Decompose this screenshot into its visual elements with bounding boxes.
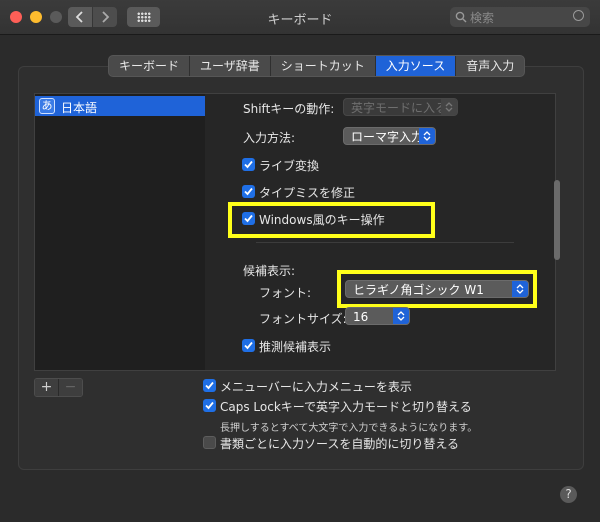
remove-source-button[interactable]: − — [58, 379, 82, 396]
tab-dictation[interactable]: 音声入力 — [456, 56, 524, 76]
help-button[interactable]: ? — [560, 486, 577, 503]
list-item-japanese[interactable]: あ 日本語 — [35, 96, 205, 116]
predictive-checkbox[interactable] — [242, 339, 255, 352]
live-conversion-checkbox[interactable] — [242, 158, 255, 171]
section-divider — [256, 242, 514, 243]
candidates-label: 候補表示: — [243, 264, 296, 278]
input-method-label: 入力方法: — [243, 131, 296, 145]
font-size-label: フォントサイズ: — [259, 312, 347, 326]
input-method-value: ローマ字入力 — [351, 130, 424, 144]
add-source-button[interactable]: + — [35, 379, 58, 396]
popup-arrows-icon — [419, 128, 435, 144]
live-conversion-label: ライブ変換 — [259, 159, 320, 173]
search-placeholder: 検索 — [470, 11, 495, 25]
tab-user-dictionary[interactable]: ユーザ辞書 — [190, 56, 271, 76]
keyboard-preferences-window: キーボード 検索 キーボード ユーザ辞書 ショートカット 入力ソース 音声入力 … — [0, 0, 600, 522]
checkmark-icon — [244, 187, 253, 196]
popup-arrows-icon — [393, 308, 409, 324]
hiragana-a-icon: あ — [39, 98, 55, 114]
shift-key-value: 英字モードに入る — [351, 101, 448, 115]
show-menu-checkbox[interactable] — [203, 379, 216, 392]
tab-bar: キーボード ユーザ辞書 ショートカット 入力ソース 音声入力 — [108, 55, 526, 77]
tab-keyboard[interactable]: キーボード — [109, 56, 191, 76]
tab-shortcuts[interactable]: ショートカット — [271, 56, 376, 76]
auto-switch-label: 書類ごとに入力ソースを自動的に切り替える — [220, 437, 460, 451]
highlight-box-windows-keys — [228, 202, 435, 238]
typo-fix-label: タイプミスを修正 — [259, 186, 356, 200]
typo-fix-checkbox[interactable] — [242, 185, 255, 198]
font-label: フォント: — [259, 286, 312, 300]
checkmark-icon — [244, 160, 253, 169]
font-size-value: 16 — [353, 310, 369, 324]
settings-scrollbar[interactable] — [554, 180, 560, 260]
search-icon — [455, 11, 467, 23]
list-item-label: 日本語 — [61, 101, 98, 115]
add-remove-control: + − — [34, 378, 83, 397]
search-field[interactable]: 検索 — [450, 7, 590, 27]
tab-input-sources[interactable]: 入力ソース — [375, 56, 457, 76]
input-method-popup[interactable]: ローマ字入力 — [343, 127, 436, 145]
checkmark-icon — [205, 401, 214, 410]
auto-switch-checkbox[interactable] — [203, 436, 216, 449]
show-menu-label: メニューバーに入力メニューを表示 — [220, 380, 412, 394]
shift-key-popup: 英字モードに入る — [343, 98, 458, 116]
clear-search-icon[interactable] — [573, 10, 584, 21]
highlight-box-font — [337, 270, 537, 308]
predictive-label: 推測候補表示 — [259, 340, 332, 354]
shift-key-label: Shiftキーの動作: — [243, 102, 335, 116]
input-source-list[interactable]: あ 日本語 — [34, 93, 206, 371]
caps-lock-checkbox[interactable] — [203, 399, 216, 412]
caps-lock-label: Caps Lockキーで英字入力モードと切り替える — [220, 400, 472, 414]
font-size-popup[interactable]: 16 — [345, 307, 410, 325]
checkmark-icon — [205, 381, 214, 390]
title-bar: キーボード 検索 — [0, 0, 600, 35]
popup-arrows-icon — [441, 99, 457, 115]
caps-lock-note: 長押しするとすべて大文字で入力できるようになります。 — [220, 423, 478, 434]
checkmark-icon — [244, 341, 253, 350]
